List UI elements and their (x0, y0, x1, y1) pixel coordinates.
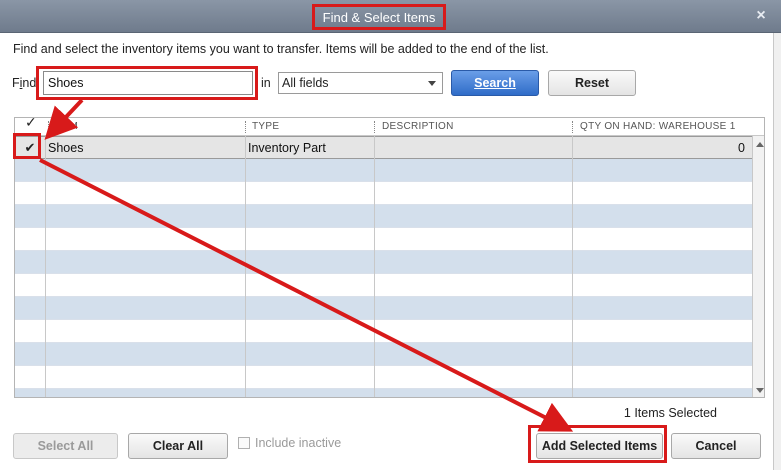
column-header-type[interactable]: TYPE (252, 121, 279, 132)
vertical-scrollbar[interactable] (752, 136, 764, 397)
field-select[interactable]: All fields (278, 72, 443, 94)
include-inactive-checkbox[interactable] (238, 437, 250, 449)
find-label: Find (12, 76, 37, 90)
column-header-item[interactable]: ITEM (53, 121, 78, 132)
table-row[interactable] (15, 297, 753, 320)
items-selected-count: 1 Items Selected (623, 406, 717, 420)
column-divider (245, 136, 246, 397)
chevron-down-icon (428, 81, 436, 86)
table-row[interactable] (15, 389, 753, 397)
table-row[interactable] (15, 228, 753, 251)
table-row[interactable] (15, 205, 753, 228)
include-inactive-label: Include inactive (255, 436, 342, 450)
column-separator[interactable] (48, 121, 50, 133)
column-header-qty[interactable]: QTY ON HAND: WAREHOUSE 1 (580, 121, 736, 132)
instructions-text: Find and select the inventory items you … (13, 42, 549, 56)
check-column-header[interactable]: ✓ (25, 118, 37, 131)
cancel-button[interactable]: Cancel (671, 433, 761, 459)
items-table: ✓ ITEM TYPE DESCRIPTION QTY ON HAND: WAR… (14, 117, 765, 398)
reset-button[interactable]: Reset (548, 70, 636, 96)
scroll-down-icon[interactable] (756, 388, 764, 393)
scroll-up-icon[interactable] (756, 142, 764, 147)
table-row[interactable] (15, 343, 753, 366)
table-row[interactable] (15, 159, 753, 182)
table-row[interactable] (15, 274, 753, 297)
add-selected-items-button[interactable]: Add Selected Items (536, 433, 663, 459)
close-icon[interactable]: × (751, 6, 771, 26)
background-window-edge (773, 33, 781, 470)
column-header-description[interactable]: DESCRIPTION (382, 121, 454, 132)
table-row[interactable] (15, 320, 753, 343)
column-divider (374, 136, 375, 397)
search-button-label: Search (474, 76, 516, 90)
clear-all-button[interactable]: Clear All (128, 433, 228, 459)
title-bar: Find & Select Items × (0, 0, 781, 33)
column-divider (572, 136, 573, 397)
in-label: in (261, 76, 271, 90)
search-button[interactable]: Search (451, 70, 539, 96)
table-row[interactable] (15, 182, 753, 205)
column-separator[interactable] (374, 121, 376, 133)
find-input[interactable] (43, 71, 253, 95)
table-row[interactable] (15, 366, 753, 389)
table-body: ✔ Shoes Inventory Part 0 (15, 136, 753, 397)
select-all-button[interactable]: Select All (13, 433, 118, 459)
column-separator[interactable] (572, 121, 574, 133)
cell-item: Shoes (48, 141, 84, 155)
window-title: Find & Select Items (312, 4, 446, 30)
column-divider (45, 136, 46, 397)
column-separator[interactable] (245, 121, 247, 133)
row-checkbox[interactable]: ✔ (15, 137, 45, 160)
cell-qty: 0 (738, 141, 745, 155)
field-select-value: All fields (282, 76, 329, 90)
table-header: ✓ ITEM TYPE DESCRIPTION QTY ON HAND: WAR… (15, 118, 764, 136)
table-row[interactable]: ✔ Shoes Inventory Part 0 (15, 136, 753, 159)
table-row[interactable] (15, 251, 753, 274)
cell-type: Inventory Part (248, 141, 326, 155)
